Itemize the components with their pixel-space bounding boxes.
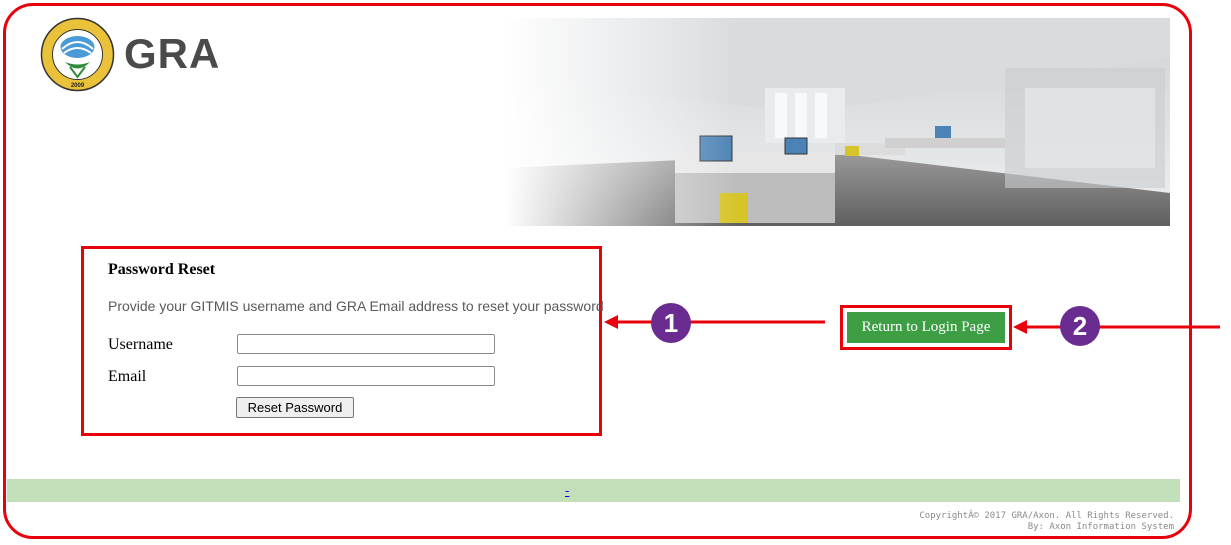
annotation-arrows [604,315,1220,334]
arrow-2-head-icon [1013,320,1027,334]
arrow-1-head-icon [604,315,618,329]
copyright-line: CopyrightÂ© 2017 GRA/Axon. All Rights Re… [919,511,1174,521]
footer-link[interactable]: - [565,483,569,498]
footer-bar: - [7,479,1180,502]
annotation-badge-1: 1 [651,303,691,343]
annotation-badge-2: 2 [1060,306,1100,346]
credits-line: By: Axon Information System [1027,522,1174,532]
copyright-text: CopyrightÂ© 2017 GRA/Axon. All Rights Re… [919,511,1174,533]
